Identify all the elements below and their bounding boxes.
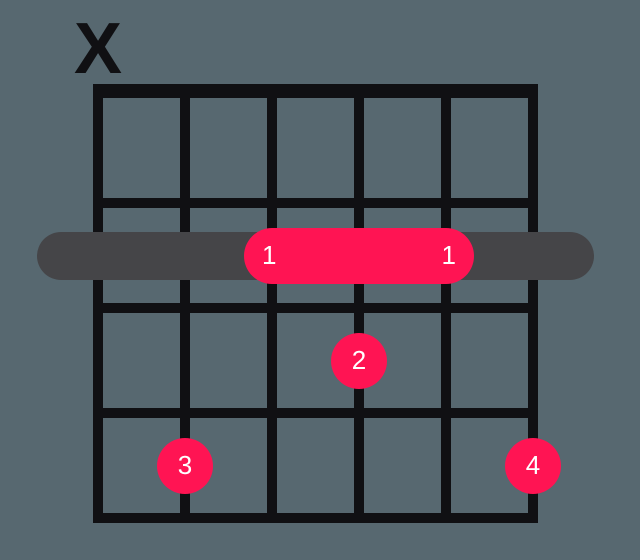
finger-dot: 3 xyxy=(157,438,213,494)
barre-finger-left: 1 xyxy=(262,240,276,271)
string-line xyxy=(354,84,364,518)
mute-indicator: X xyxy=(74,8,122,90)
barre-finger-right: 1 xyxy=(442,240,456,271)
nut xyxy=(93,84,538,98)
fret-line xyxy=(93,198,538,208)
fret-line xyxy=(93,408,538,418)
string-line xyxy=(267,84,277,518)
finger-number: 2 xyxy=(352,345,366,376)
barre: 1 1 xyxy=(244,228,474,284)
finger-number: 4 xyxy=(526,450,540,481)
fret-line xyxy=(93,303,538,313)
finger-number: 3 xyxy=(178,450,192,481)
string-line xyxy=(93,84,103,518)
finger-dot: 4 xyxy=(505,438,561,494)
finger-dot: 2 xyxy=(331,333,387,389)
string-line xyxy=(441,84,451,518)
fret-line xyxy=(93,513,538,523)
chord-diagram: X 1 1 2 3 4 xyxy=(0,0,640,560)
